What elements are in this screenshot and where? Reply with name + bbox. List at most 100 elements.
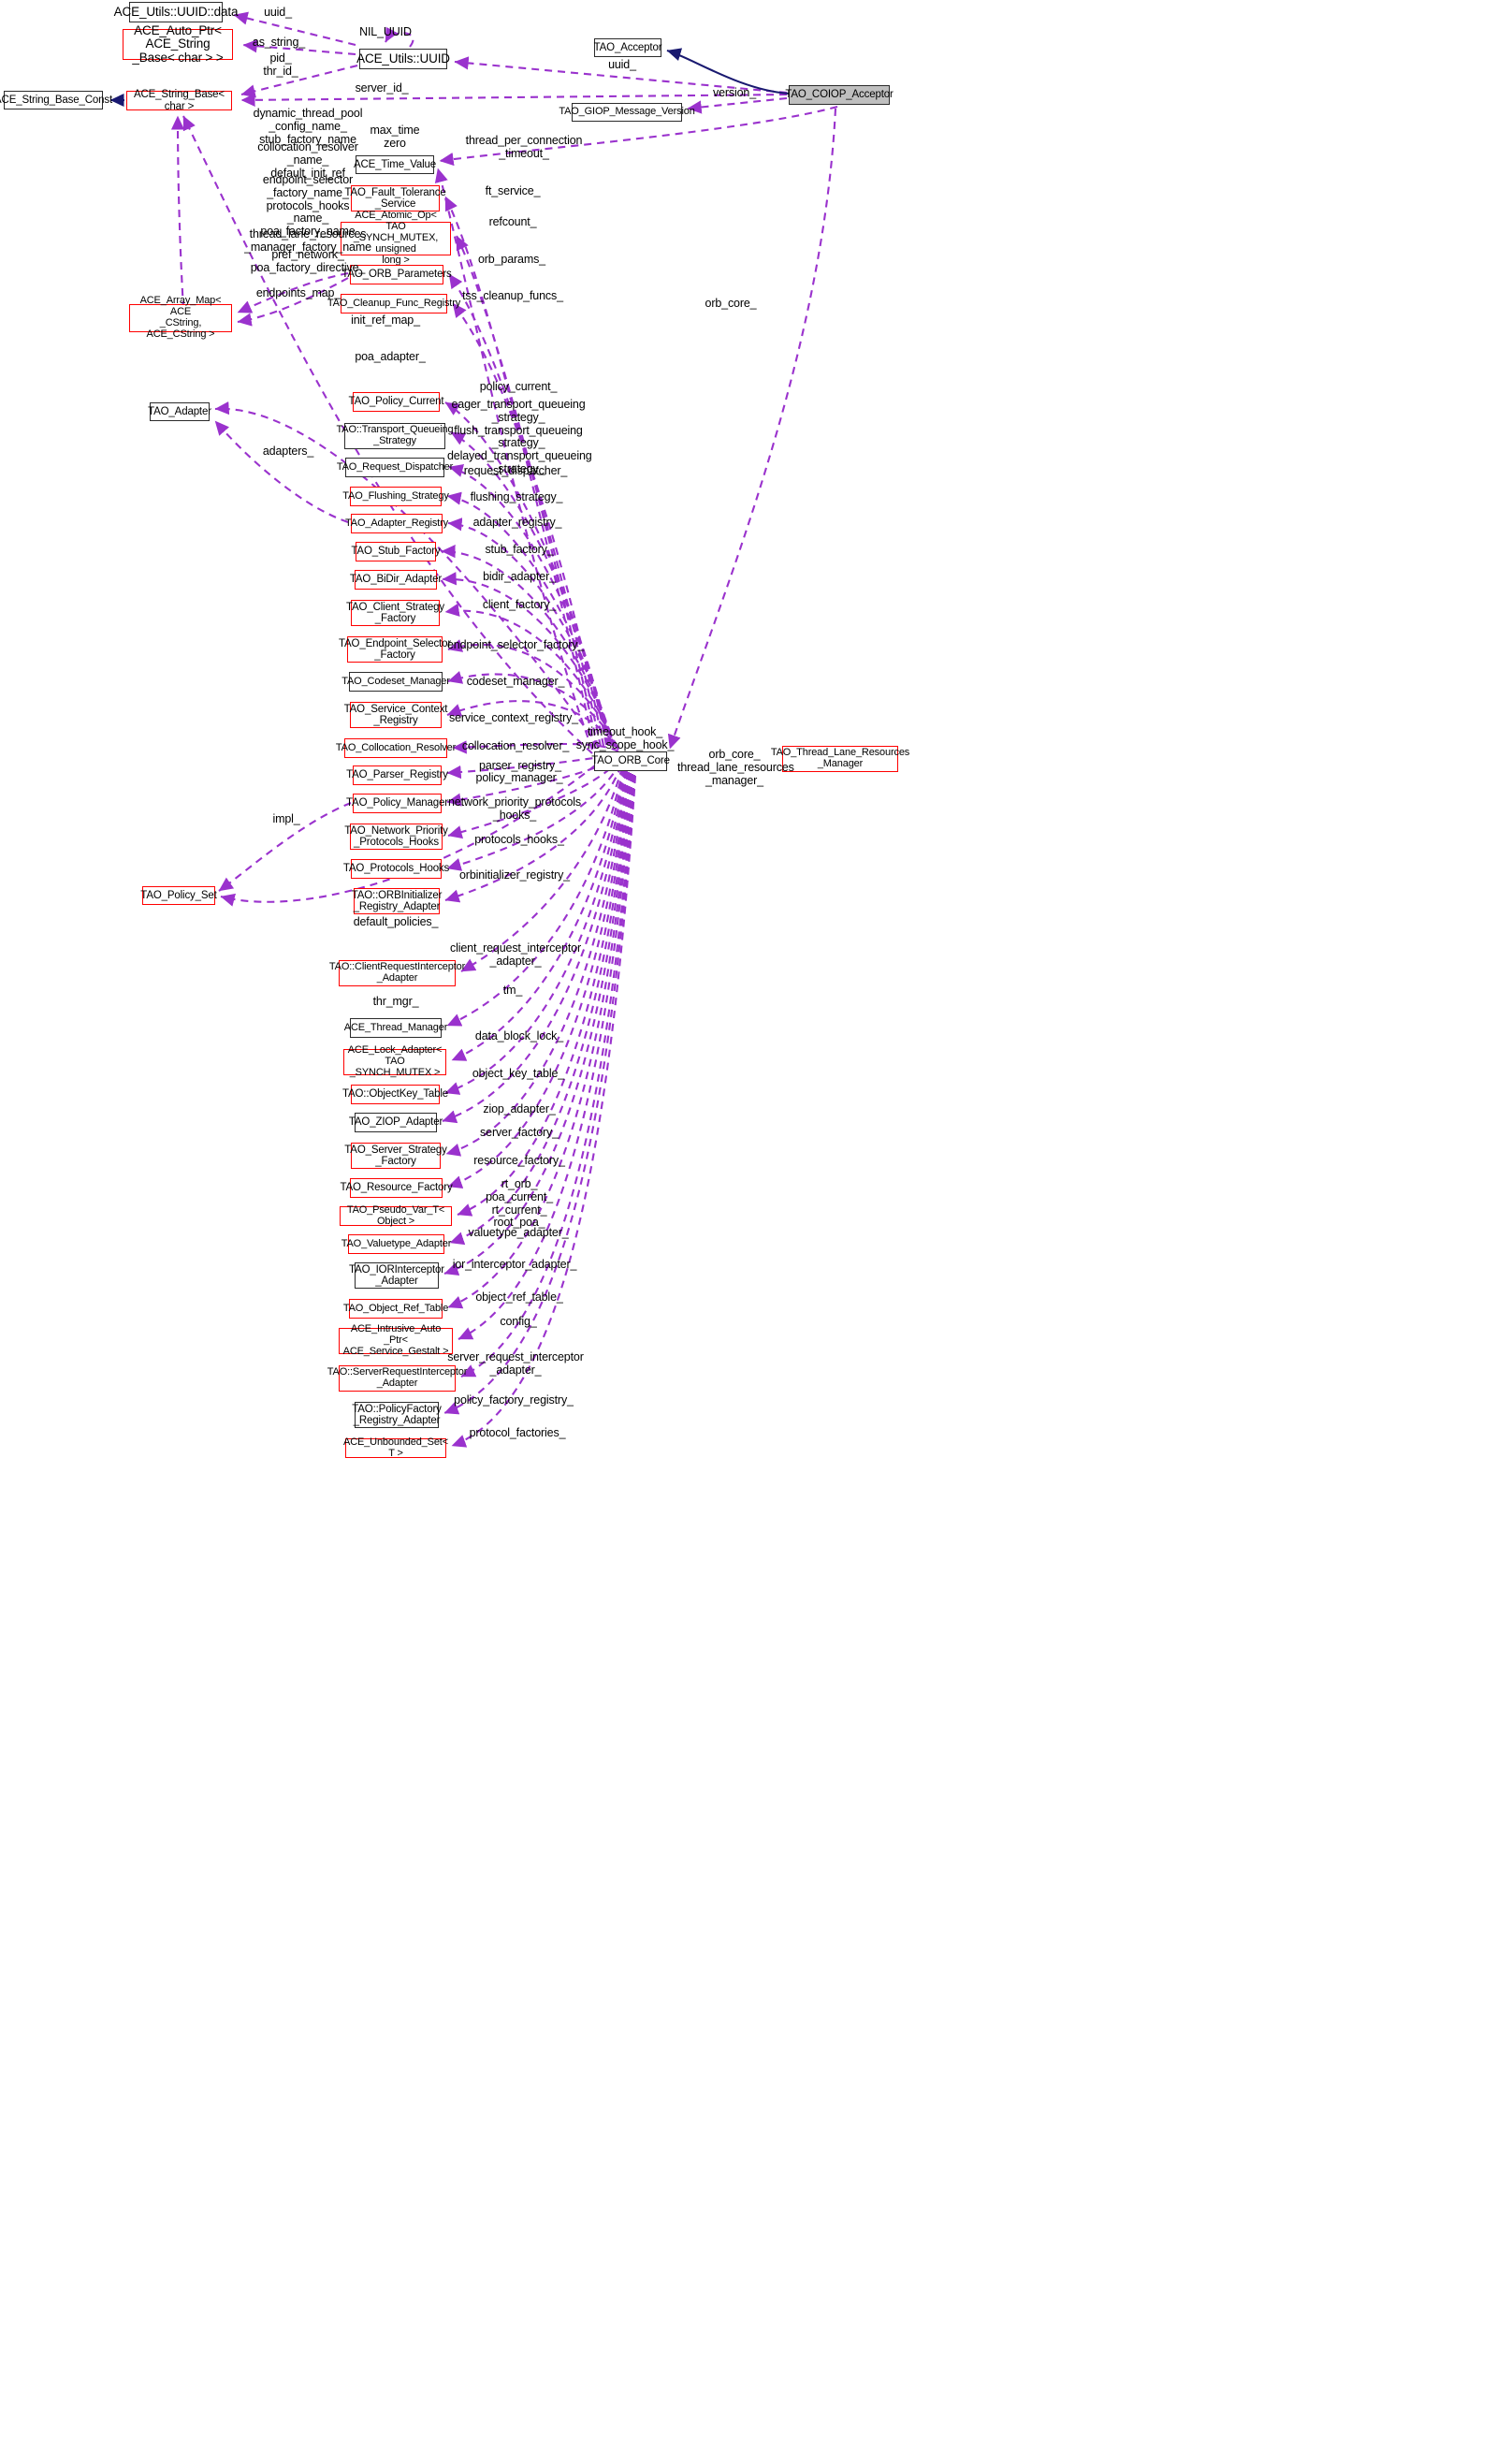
node-tao-policyfactory-registry-adapter[interactable]: TAO::PolicyFactory _Registry_Adapter: [352, 1402, 442, 1428]
node-ace-string-base-char[interactable]: ACE_String_Base< char >: [126, 89, 232, 112]
node-ace-utils-uuid-data[interactable]: ACE_Utils::UUID::data: [114, 2, 238, 22]
edge-label-policy-factory-registry: policy_factory_registry_: [454, 1393, 574, 1407]
node-tao-request-dispatcher[interactable]: TAO_Request_Dispatcher: [337, 458, 453, 477]
edge-label-flushing-strategy: flushing_strategy_: [470, 490, 563, 503]
node-ace-auto-ptr-string-base[interactable]: ACE_Auto_Ptr< ACE_String _Base< char > >: [123, 23, 233, 65]
edge-label-rt-orb-group: rt_orb_ poa_current_ rt_current_ root_po…: [486, 1177, 553, 1230]
edge-label-orb-core-tlrm: orb_core_ thread_lane_resources _manager…: [677, 748, 794, 787]
node-tao-giop-message-version[interactable]: TAO_GIOP_Message_Version: [559, 103, 695, 122]
node-ace-utils-uuid[interactable]: ACE_Utils::UUID: [356, 49, 450, 69]
edge-label-orbinitializer-registry: orbinitializer_registry_: [459, 868, 570, 882]
edge-label-max-time-zero: max_time zero: [370, 124, 420, 150]
collaboration-diagram: ACE_Utils::UUID::data ACE_Auto_Ptr< ACE_…: [0, 0, 1511, 2464]
node-ace-string-base-const[interactable]: ACE_String_Base_Const: [0, 91, 112, 109]
edge-label-thr-mgr: thr_mgr_: [372, 995, 419, 1008]
node-tao-acceptor[interactable]: TAO_Acceptor: [594, 38, 662, 57]
edge-label-service-context-registry: service_context_registry_: [449, 711, 578, 724]
edge-label-poa-adapter: poa_adapter_: [355, 350, 426, 363]
node-tao-policy-set[interactable]: TAO_Policy_Set: [140, 886, 217, 905]
node-tao-object-ref-table[interactable]: TAO_Object_Ref_Table: [343, 1299, 448, 1319]
node-tao-ziop-adapter[interactable]: TAO_ZIOP_Adapter: [349, 1113, 443, 1132]
node-tao-orb-core[interactable]: TAO_ORB_Core: [591, 751, 670, 771]
edge-label-impl: impl_: [272, 812, 300, 825]
edge-label-ior-interceptor-adapter: ior_interceptor_adapter_: [452, 1258, 577, 1271]
edge-label-refcount: refcount_: [488, 215, 537, 228]
edge-label-data-block-lock: data_block_lock_: [474, 1029, 564, 1042]
edge-label-as-string: as_string_: [252, 36, 306, 49]
edge-label-nil-uuid: NIL_UUID: [359, 25, 412, 38]
node-tao-iorinterceptor-adapter[interactable]: TAO_IORInterceptor _Adapter: [349, 1262, 444, 1289]
edge-label-tm: tm_: [502, 984, 523, 997]
node-tao-resource-factory[interactable]: TAO_Resource_Factory: [340, 1178, 453, 1198]
node-tao-network-priority-protocols-hooks[interactable]: TAO_Network_Priority _Protocols_Hooks: [344, 824, 448, 850]
edge-label-object-ref-table: object_ref_table_: [475, 1290, 563, 1304]
edge-label-object-key-table: object_key_table_: [472, 1067, 565, 1080]
edge-label-client-factory: client_factory_: [482, 598, 557, 611]
edge-label-orb-params: orb_params_: [477, 253, 545, 266]
edge-label-server-factory: server_factory_: [480, 1126, 559, 1139]
edge-label-adapter-registry: adapter_registry_: [472, 516, 562, 529]
edge-label-protocols-hooks: protocols_hooks_: [474, 833, 564, 846]
edge-label-version: version_: [712, 86, 757, 99]
node-tao-codeset-manager[interactable]: TAO_Codeset_Manager: [341, 672, 450, 692]
edge-label-uuid-acceptor: uuid_: [608, 58, 636, 71]
edge-label-bidir-adapter: bidir_adapter_: [483, 570, 556, 583]
edge-label-protocol-factories: protocol_factories_: [469, 1426, 566, 1439]
node-ace-thread-manager[interactable]: ACE_Thread_Manager: [344, 1018, 447, 1038]
node-tao-cleanup-func-registry[interactable]: TAO_Cleanup_Func_Registry: [327, 294, 460, 313]
edge-label-policy-manager: policy_manager_: [475, 771, 563, 784]
node-tao-flushing-strategy[interactable]: TAO_Flushing_Strategy: [342, 487, 449, 506]
edge-label-pid-thr-id: pid_ thr_id_: [263, 51, 298, 78]
edge-label-valuetype-adapter: valuetype_adapter_: [468, 1226, 569, 1239]
edge-label-tss-cleanup-funcs: tss_cleanup_funcs_: [462, 289, 563, 302]
edge-label-resource-factory: resource_factory_: [473, 1154, 565, 1167]
edge-label-uuid-top: uuid_: [264, 6, 292, 19]
edge-label-default-policies: default_policies_: [353, 915, 439, 928]
edge-label-ft-service: ft_service_: [485, 184, 541, 197]
node-tao-policy-manager[interactable]: TAO_Policy_Manager: [346, 794, 448, 813]
node-tao-adapter[interactable]: TAO_Adapter: [148, 402, 211, 421]
edge-label-config: config_: [500, 1315, 537, 1328]
node-ace-intrusive-auto-ptr[interactable]: ACE_Intrusive_Auto _Ptr< ACE_Service_Ges…: [339, 1323, 453, 1357]
node-tao-parser-registry[interactable]: TAO_Parser_Registry: [346, 765, 448, 785]
edge-label-policy-current: policy_current_: [479, 380, 558, 393]
node-ace-unbounded-set-t[interactable]: ACE_Unbounded_Set< T >: [343, 1436, 448, 1459]
edge-label-client-request-interceptor-adapter: client_request_interceptor _adapter_: [450, 941, 581, 968]
edge-label-network-priority-protocols-hooks: network_priority_protocols _hooks_: [448, 795, 581, 822]
edge-label-endpoint-selector-factory: endpoint_selector_factory_: [447, 638, 585, 651]
edge-label-init-ref-map: init_ref_map_: [351, 313, 420, 327]
node-tao-orbinitializer-registry-adapter[interactable]: TAO::ORBInitializer _Registry_Adapter: [352, 888, 442, 914]
edge-label-adapters: adapters_: [262, 445, 314, 458]
node-tao-collocation-resolver[interactable]: TAO_Collocation_Resolver: [336, 738, 456, 758]
node-tao-clientrequestinterceptor-adapter[interactable]: TAO::ClientRequestInterceptor _Adapter: [329, 960, 465, 986]
node-tao-objectkey-table[interactable]: TAO::ObjectKey_Table: [342, 1085, 448, 1104]
node-tao-client-strategy-factory[interactable]: TAO_Client_Strategy _Factory: [346, 600, 444, 626]
node-tao-pseudo-var-t-object[interactable]: TAO_Pseudo_Var_T< Object >: [340, 1204, 452, 1226]
node-tao-coiop-acceptor[interactable]: TAO_COIOP_Acceptor: [785, 85, 894, 105]
node-tao-endpoint-selector-factory[interactable]: TAO_Endpoint_Selector _Factory: [339, 636, 451, 663]
edge-label-orb-names-5: pref_network_ poa_factory_directive_: [250, 248, 366, 274]
diagram-edges: [109, 11, 838, 1448]
edge-label-endpoints-map: endpoints_map_: [255, 286, 341, 299]
edge-label-server-request-interceptor-adapter: server_request_interceptor _adapter_: [447, 1350, 584, 1377]
node-tao-transport-queueing-strategy[interactable]: TAO::Transport_Queueing _Strategy: [337, 423, 454, 449]
edge-label-orb-core-right: orb_core_: [705, 297, 757, 310]
node-tao-thread-lane-resources-manager[interactable]: TAO_Thread_Lane_Resources _Manager: [771, 746, 909, 772]
node-tao-valuetype-adapter[interactable]: TAO_Valuetype_Adapter: [341, 1234, 451, 1254]
node-tao-bidir-adapter[interactable]: TAO_BiDir_Adapter: [350, 570, 442, 590]
node-tao-adapter-registry[interactable]: TAO_Adapter_Registry: [345, 514, 448, 533]
node-tao-serverrequestinterceptor-adapter[interactable]: TAO::ServerRequestInterceptor _Adapter: [327, 1365, 467, 1392]
node-ace-lock-adapter[interactable]: ACE_Lock_Adapter< TAO _SYNCH_MUTEX >: [343, 1044, 446, 1078]
node-tao-server-strategy-factory[interactable]: TAO_Server_Strategy _Factory: [344, 1143, 447, 1169]
node-tao-protocols-hooks[interactable]: TAO_Protocols_Hooks: [343, 859, 449, 879]
edge-label-codeset-manager: codeset_manager_: [466, 675, 565, 688]
node-tao-stub-factory[interactable]: TAO_Stub_Factory: [351, 542, 441, 561]
edge-label-server-id: server_id_: [355, 81, 409, 95]
node-ace-array-map[interactable]: ACE_Array_Map< ACE _CString, ACE_CString…: [129, 295, 232, 340]
edge-label-request-dispatcher: request_dispatcher_: [463, 464, 568, 477]
edge-label-stub-factory: stub_factory_: [485, 543, 554, 556]
edge-label-collocation-resolver: collocation_resolver_: [461, 739, 570, 752]
edge-label-timeout-hook: timeout_hook_ sync_scope_hook_: [575, 725, 675, 751]
node-tao-policy-current[interactable]: TAO_Policy_Current: [349, 392, 444, 412]
node-tao-service-context-registry[interactable]: TAO_Service_Context _Registry: [344, 702, 448, 728]
